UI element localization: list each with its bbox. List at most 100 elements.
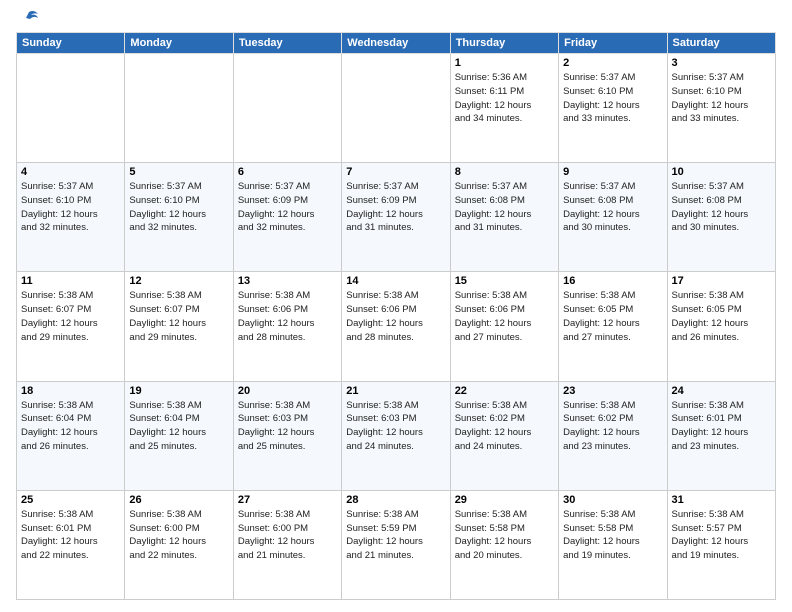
day-number: 7 (346, 166, 445, 178)
calendar-cell (125, 54, 233, 163)
calendar-cell: 11 Sunrise: 5:38 AM Sunset: 6:07 PM Dayli… (17, 272, 125, 381)
calendar-cell: 31Sunrise: 5:38 AM Sunset: 5:57 PM Dayli… (667, 490, 775, 599)
day-number: 16 (563, 275, 662, 287)
day-info: Sunrise: 5:38 AM Sunset: 6:07 PM Dayligh… (21, 289, 120, 344)
day-info: Sunrise: 5:37 AM Sunset: 6:09 PM Dayligh… (346, 180, 445, 235)
day-info: Sunrise: 5:38 AM Sunset: 6:06 PM Dayligh… (455, 289, 554, 344)
calendar-cell: 16 Sunrise: 5:38 AM Sunset: 6:05 PM Dayli… (559, 272, 667, 381)
weekday-header-saturday: Saturday (667, 33, 775, 54)
day-info: Sunrise: 5:38 AM Sunset: 6:02 PM Dayligh… (563, 399, 662, 454)
day-number: 4 (21, 166, 120, 178)
calendar-cell: 24 Sunrise: 5:38 AM Sunset: 6:01 PM Dayli… (667, 381, 775, 490)
calendar-cell: 19 Sunrise: 5:38 AM Sunset: 6:04 PM Dayli… (125, 381, 233, 490)
calendar-cell: 27Sunrise: 5:38 AM Sunset: 6:00 PM Dayli… (233, 490, 341, 599)
day-number: 20 (238, 385, 337, 397)
day-info: Sunrise: 5:36 AM Sunset: 6:11 PM Dayligh… (455, 71, 554, 126)
calendar-cell: 20 Sunrise: 5:38 AM Sunset: 6:03 PM Dayli… (233, 381, 341, 490)
day-info: Sunrise: 5:38 AM Sunset: 6:05 PM Dayligh… (672, 289, 771, 344)
day-info: Sunrise: 5:38 AM Sunset: 6:05 PM Dayligh… (563, 289, 662, 344)
calendar-cell: 8 Sunrise: 5:37 AM Sunset: 6:08 PM Daylig… (450, 163, 558, 272)
weekday-header-wednesday: Wednesday (342, 33, 450, 54)
calendar-cell: 18 Sunrise: 5:38 AM Sunset: 6:04 PM Dayli… (17, 381, 125, 490)
day-number: 10 (672, 166, 771, 178)
calendar-cell: 6Sunrise: 5:37 AM Sunset: 6:09 PM Daylig… (233, 163, 341, 272)
page: SundayMondayTuesdayWednesdayThursdayFrid… (0, 0, 792, 612)
calendar-cell: 25 Sunrise: 5:38 AM Sunset: 6:01 PM Dayli… (17, 490, 125, 599)
header (16, 12, 776, 26)
calendar-cell: 12Sunrise: 5:38 AM Sunset: 6:07 PM Dayli… (125, 272, 233, 381)
day-number: 5 (129, 166, 228, 178)
day-number: 19 (129, 385, 228, 397)
calendar-week-5: 25 Sunrise: 5:38 AM Sunset: 6:01 PM Dayli… (17, 490, 776, 599)
calendar-cell: 14 Sunrise: 5:38 AM Sunset: 6:06 PM Dayli… (342, 272, 450, 381)
weekday-header-tuesday: Tuesday (233, 33, 341, 54)
day-number: 22 (455, 385, 554, 397)
day-info: Sunrise: 5:37 AM Sunset: 6:08 PM Dayligh… (672, 180, 771, 235)
day-number: 30 (563, 494, 662, 506)
day-info: Sunrise: 5:37 AM Sunset: 6:10 PM Dayligh… (21, 180, 120, 235)
day-number: 24 (672, 385, 771, 397)
calendar-week-1: 1 Sunrise: 5:36 AM Sunset: 6:11 PM Daylig… (17, 54, 776, 163)
calendar-cell: 21Sunrise: 5:38 AM Sunset: 6:03 PM Dayli… (342, 381, 450, 490)
day-info: Sunrise: 5:38 AM Sunset: 6:04 PM Dayligh… (21, 399, 120, 454)
day-info: Sunrise: 5:37 AM Sunset: 6:10 PM Dayligh… (129, 180, 228, 235)
day-number: 14 (346, 275, 445, 287)
day-info: Sunrise: 5:38 AM Sunset: 6:04 PM Dayligh… (129, 399, 228, 454)
day-number: 28 (346, 494, 445, 506)
calendar-cell: 2 Sunrise: 5:37 AM Sunset: 6:10 PM Daylig… (559, 54, 667, 163)
day-number: 27 (238, 494, 337, 506)
day-number: 15 (455, 275, 554, 287)
calendar-week-2: 4 Sunrise: 5:37 AM Sunset: 6:10 PM Daylig… (17, 163, 776, 272)
day-info: Sunrise: 5:37 AM Sunset: 6:10 PM Dayligh… (563, 71, 662, 126)
day-number: 12 (129, 275, 228, 287)
day-info: Sunrise: 5:38 AM Sunset: 6:02 PM Dayligh… (455, 399, 554, 454)
day-number: 11 (21, 275, 120, 287)
calendar-cell: 22 Sunrise: 5:38 AM Sunset: 6:02 PM Dayli… (450, 381, 558, 490)
day-number: 3 (672, 57, 771, 69)
calendar-cell (17, 54, 125, 163)
weekday-header-sunday: Sunday (17, 33, 125, 54)
day-info: Sunrise: 5:38 AM Sunset: 6:06 PM Dayligh… (238, 289, 337, 344)
day-info: Sunrise: 5:38 AM Sunset: 5:59 PM Dayligh… (346, 508, 445, 563)
day-number: 2 (563, 57, 662, 69)
calendar-cell: 1 Sunrise: 5:36 AM Sunset: 6:11 PM Daylig… (450, 54, 558, 163)
logo-bird-icon (18, 8, 40, 30)
day-number: 25 (21, 494, 120, 506)
weekday-header-friday: Friday (559, 33, 667, 54)
calendar-cell: 3 Sunrise: 5:37 AM Sunset: 6:10 PM Daylig… (667, 54, 775, 163)
day-number: 23 (563, 385, 662, 397)
day-info: Sunrise: 5:38 AM Sunset: 6:00 PM Dayligh… (129, 508, 228, 563)
day-info: Sunrise: 5:38 AM Sunset: 6:01 PM Dayligh… (21, 508, 120, 563)
calendar-cell: 4 Sunrise: 5:37 AM Sunset: 6:10 PM Daylig… (17, 163, 125, 272)
calendar-cell: 17 Sunrise: 5:38 AM Sunset: 6:05 PM Dayli… (667, 272, 775, 381)
calendar-cell: 30Sunrise: 5:38 AM Sunset: 5:58 PM Dayli… (559, 490, 667, 599)
calendar-cell: 5 Sunrise: 5:37 AM Sunset: 6:10 PM Daylig… (125, 163, 233, 272)
logo (16, 12, 40, 26)
weekday-header-thursday: Thursday (450, 33, 558, 54)
calendar-cell: 28 Sunrise: 5:38 AM Sunset: 5:59 PM Dayli… (342, 490, 450, 599)
day-info: Sunrise: 5:38 AM Sunset: 5:58 PM Dayligh… (455, 508, 554, 563)
day-number: 1 (455, 57, 554, 69)
day-info: Sunrise: 5:37 AM Sunset: 6:08 PM Dayligh… (563, 180, 662, 235)
day-number: 26 (129, 494, 228, 506)
day-number: 29 (455, 494, 554, 506)
day-info: Sunrise: 5:38 AM Sunset: 5:57 PM Dayligh… (672, 508, 771, 563)
day-info: Sunrise: 5:37 AM Sunset: 6:08 PM Dayligh… (455, 180, 554, 235)
day-number: 18 (21, 385, 120, 397)
day-info: Sunrise: 5:38 AM Sunset: 6:01 PM Dayligh… (672, 399, 771, 454)
day-info: Sunrise: 5:38 AM Sunset: 6:03 PM Dayligh… (238, 399, 337, 454)
calendar-cell: 13Sunrise: 5:38 AM Sunset: 6:06 PM Dayli… (233, 272, 341, 381)
day-number: 8 (455, 166, 554, 178)
day-number: 6 (238, 166, 337, 178)
calendar: SundayMondayTuesdayWednesdayThursdayFrid… (16, 32, 776, 600)
calendar-cell: 29 Sunrise: 5:38 AM Sunset: 5:58 PM Dayli… (450, 490, 558, 599)
day-number: 21 (346, 385, 445, 397)
day-info: Sunrise: 5:38 AM Sunset: 6:06 PM Dayligh… (346, 289, 445, 344)
day-info: Sunrise: 5:37 AM Sunset: 6:10 PM Dayligh… (672, 71, 771, 126)
day-number: 17 (672, 275, 771, 287)
calendar-week-4: 18 Sunrise: 5:38 AM Sunset: 6:04 PM Dayli… (17, 381, 776, 490)
calendar-cell (233, 54, 341, 163)
calendar-week-3: 11 Sunrise: 5:38 AM Sunset: 6:07 PM Dayli… (17, 272, 776, 381)
calendar-cell: 7 Sunrise: 5:37 AM Sunset: 6:09 PM Daylig… (342, 163, 450, 272)
calendar-cell: 26 Sunrise: 5:38 AM Sunset: 6:00 PM Dayli… (125, 490, 233, 599)
